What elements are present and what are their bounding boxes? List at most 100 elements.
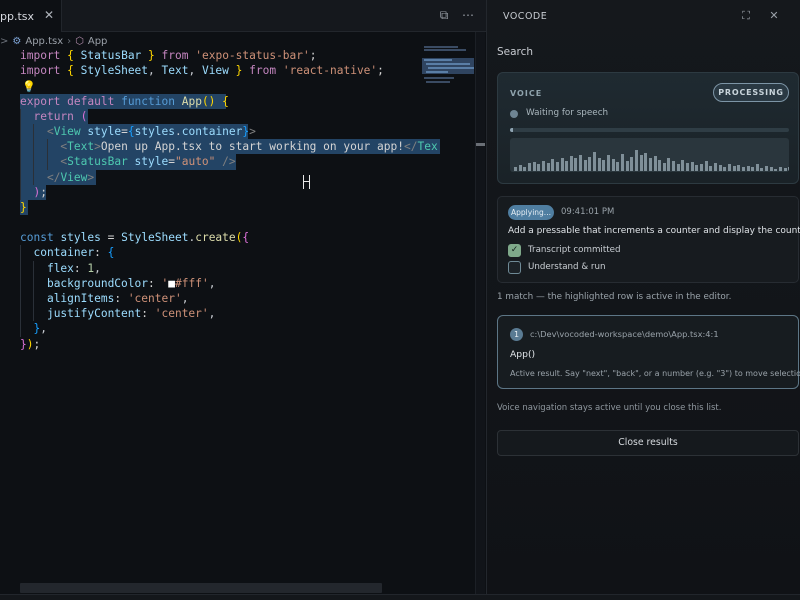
minimap[interactable] <box>422 44 474 84</box>
waveform-bar <box>755 164 759 171</box>
maximize-icon[interactable]: ⛶ <box>740 9 752 23</box>
waveform-bar <box>788 167 789 171</box>
waveform-bar <box>676 164 680 171</box>
waveform-bar <box>783 168 787 171</box>
checkbox-checked: ✓ <box>508 244 521 257</box>
code-line-selected: return ( <box>0 108 440 124</box>
code-line-selected: export default function App() { <box>20 93 229 109</box>
status-badge: PROCESSING <box>713 83 789 102</box>
waveform-bar <box>620 153 624 171</box>
waveform-bar <box>686 163 690 171</box>
status-bar <box>0 594 800 600</box>
close-results-button[interactable]: Close results <box>497 430 799 456</box>
check-label: Transcript committed <box>528 245 621 255</box>
waveform-bar <box>597 157 601 171</box>
waveform-bar <box>569 156 573 171</box>
breadcrumb: > ⚙ App.tsx › ⬡ App <box>0 34 107 48</box>
code-editor[interactable]: pp.tsx ✕ ⧉ ⋯ > ⚙ App.tsx › ⬡ App 💡 impor… <box>0 0 486 600</box>
waveform-bar <box>700 163 703 171</box>
code-line: }); <box>20 337 41 351</box>
waveform-bar <box>630 157 634 171</box>
waveform-bar <box>723 166 727 171</box>
voice-card: VOICE PROCESSING Waiting for speech <box>497 72 799 184</box>
voice-progress-fill <box>510 128 513 132</box>
close-icon[interactable]: ✕ <box>44 8 54 22</box>
transcript-card: Applying... 09:41:01 PM Add a pressable … <box>497 196 800 283</box>
waveform-bar <box>560 157 564 171</box>
waveform-bar <box>713 162 717 171</box>
code-area[interactable]: import { StatusBar } from 'expo-status-b… <box>0 48 440 352</box>
waveform-bar <box>527 163 531 171</box>
checkbox-unchecked <box>508 261 521 274</box>
horizontal-scrollbar[interactable] <box>20 583 382 593</box>
waveform-bar <box>690 162 694 171</box>
waveform-bar <box>737 165 741 171</box>
section-heading-search: Search <box>497 46 534 58</box>
tab-label: pp.tsx <box>0 10 35 23</box>
waveform-bar <box>658 160 662 171</box>
code-line: alignItems: 'center', <box>0 291 440 307</box>
search-result-item[interactable]: 1 c:\Dev\vocoded-workspace\demo\App.tsx:… <box>497 315 800 389</box>
waveform-bar <box>579 154 583 171</box>
waveform-bar <box>695 165 699 171</box>
waveform-bar <box>765 166 769 171</box>
waveform-bar <box>751 166 755 171</box>
settings-file-icon: ⚙ <box>12 35 22 47</box>
check-label: Understand & run <box>528 262 606 272</box>
waveform-bar <box>565 161 569 171</box>
waveform-bar <box>653 156 657 171</box>
waveform-bar <box>704 160 708 171</box>
close-icon[interactable]: ✕ <box>768 9 780 23</box>
waveform-bar <box>634 150 638 171</box>
code-line-selected: <View style={styles.container}> <box>0 123 440 140</box>
code-line: const styles = StyleSheet.create({ <box>20 231 250 245</box>
more-actions-icon[interactable]: ⋯ <box>462 8 474 23</box>
waveform-bar <box>769 167 773 171</box>
breadcrumb-file[interactable]: App.tsx <box>25 36 63 47</box>
waveform-bar <box>648 158 652 171</box>
waveform-bar <box>616 162 620 171</box>
code-line: }, <box>0 321 440 337</box>
code-line-selected: </View> <box>0 169 440 185</box>
audio-waveform <box>510 138 789 172</box>
waveform-bar <box>602 160 606 171</box>
waveform-bar <box>607 155 610 171</box>
text-cursor <box>303 175 310 189</box>
tab-app-tsx[interactable]: pp.tsx ✕ <box>0 0 62 32</box>
timestamp: 09:41:01 PM <box>561 207 615 217</box>
waveform-bar <box>727 163 731 171</box>
waveform-bar <box>774 168 778 171</box>
component-icon: ⬡ <box>75 35 84 47</box>
waveform-bar <box>546 162 550 171</box>
match-count: 1 match — the highlighted row is active … <box>497 292 732 302</box>
editor-actions: ⧉ ⋯ <box>438 8 474 23</box>
waveform-bar <box>718 165 722 171</box>
panel-title: VOCODE <box>503 11 548 22</box>
code-line-selected: <StatusBar style="auto" /> <box>0 154 440 170</box>
mic-status-dot <box>510 110 518 118</box>
breadcrumb-symbol[interactable]: App <box>88 36 108 47</box>
voice-progress-bar <box>510 128 789 132</box>
waveform-bar <box>551 159 555 171</box>
transcript-text: Add a pressable that increments a counte… <box>508 226 800 236</box>
result-number-badge: 1 <box>510 328 523 341</box>
scroll-overview-marker <box>476 143 485 146</box>
split-editor-icon[interactable]: ⧉ <box>438 8 450 23</box>
waveform-bar <box>537 164 541 171</box>
code-line-selected: ); <box>0 184 440 200</box>
code-line-selected: <Text>Open up App.tsx to start working o… <box>0 139 440 155</box>
waveform-bar <box>667 157 671 171</box>
waveform-bar <box>555 162 559 171</box>
navigation-note: Voice navigation stays active until you … <box>497 403 722 413</box>
vertical-scrollbar[interactable] <box>475 32 485 600</box>
waveform-bar <box>593 152 597 171</box>
waveform-bar <box>541 160 545 171</box>
code-line: container: { <box>0 245 440 261</box>
code-line: flex: 1, <box>0 260 440 276</box>
code-line: justifyContent: 'center', <box>0 306 440 322</box>
result-match-text: App() <box>510 349 536 360</box>
waveform-bar <box>709 165 713 171</box>
waveform-bar <box>611 159 615 171</box>
